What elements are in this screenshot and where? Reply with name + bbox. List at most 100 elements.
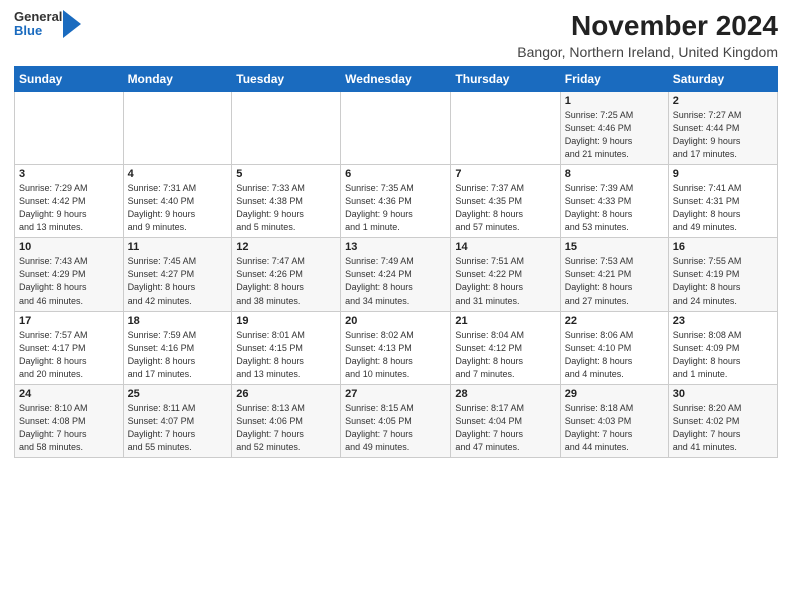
day-cell: 8 Sunrise: 7:39 AM Sunset: 4:33 PM Daylig… (560, 165, 668, 238)
day-number: 9 (673, 168, 773, 180)
week-row-5: 24Sunrise: 8:10 AM Sunset: 4:08 PM Dayli… (15, 384, 778, 457)
day-info: Sunrise: 7:49 AM Sunset: 4:24 PM Dayligh… (345, 255, 446, 307)
logo-icon (63, 10, 81, 38)
day-number: 19 (236, 315, 336, 327)
day-info: Sunrise: 8:11 AM Sunset: 4:07 PM Dayligh… (128, 402, 228, 454)
day-cell: 29 Sunrise: 8:18 AM Sunset: 4:03 PM Dayli… (560, 384, 668, 457)
day-cell: 26 Sunrise: 8:13 AM Sunset: 4:06 PM Dayli… (232, 384, 341, 457)
day-cell: 18 Sunrise: 7:59 AM Sunset: 4:16 PM Dayli… (123, 311, 232, 384)
day-info: Sunrise: 7:31 AM Sunset: 4:40 PM Dayligh… (128, 182, 228, 234)
day-cell: 28 Sunrise: 8:17 AM Sunset: 4:04 PM Dayli… (451, 384, 560, 457)
day-number: 6 (345, 168, 446, 180)
day-info: Sunrise: 7:45 AM Sunset: 4:27 PM Dayligh… (128, 255, 228, 307)
day-info: Sunrise: 8:08 AM Sunset: 4:09 PM Dayligh… (673, 329, 773, 381)
day-cell: 17Sunrise: 7:57 AM Sunset: 4:17 PM Dayli… (15, 311, 124, 384)
logo-blue: Blue (14, 24, 62, 38)
day-info: Sunrise: 7:29 AM Sunset: 4:42 PM Dayligh… (19, 182, 119, 234)
day-cell: 1Sunrise: 7:25 AM Sunset: 4:46 PM Daylig… (560, 92, 668, 165)
day-cell: 11Sunrise: 7:45 AM Sunset: 4:27 PM Dayli… (123, 238, 232, 311)
day-number: 4 (128, 168, 228, 180)
day-cell: 24Sunrise: 8:10 AM Sunset: 4:08 PM Dayli… (15, 384, 124, 457)
day-cell: 9 Sunrise: 7:41 AM Sunset: 4:31 PM Daylig… (668, 165, 777, 238)
day-info: Sunrise: 8:18 AM Sunset: 4:03 PM Dayligh… (565, 402, 664, 454)
day-info: Sunrise: 7:59 AM Sunset: 4:16 PM Dayligh… (128, 329, 228, 381)
day-cell: 2 Sunrise: 7:27 AM Sunset: 4:44 PM Daylig… (668, 92, 777, 165)
weekday-row: SundayMondayTuesdayWednesdayThursdayFrid… (15, 67, 778, 92)
day-number: 8 (565, 168, 664, 180)
day-info: Sunrise: 8:17 AM Sunset: 4:04 PM Dayligh… (455, 402, 555, 454)
week-row-2: 3 Sunrise: 7:29 AM Sunset: 4:42 PM Daylig… (15, 165, 778, 238)
day-info: Sunrise: 7:51 AM Sunset: 4:22 PM Dayligh… (455, 255, 555, 307)
day-info: Sunrise: 7:37 AM Sunset: 4:35 PM Dayligh… (455, 182, 555, 234)
logo-general: General (14, 10, 62, 24)
day-cell: 5 Sunrise: 7:33 AM Sunset: 4:38 PM Daylig… (232, 165, 341, 238)
day-number: 20 (345, 315, 446, 327)
day-number: 16 (673, 241, 773, 253)
location-subtitle: Bangor, Northern Ireland, United Kingdom (517, 44, 778, 60)
day-number: 29 (565, 388, 664, 400)
day-number: 14 (455, 241, 555, 253)
day-info: Sunrise: 8:20 AM Sunset: 4:02 PM Dayligh… (673, 402, 773, 454)
logo-text: General Blue (14, 10, 62, 39)
day-number: 28 (455, 388, 555, 400)
calendar-table: SundayMondayTuesdayWednesdayThursdayFrid… (14, 66, 778, 458)
day-number: 26 (236, 388, 336, 400)
week-row-3: 10 Sunrise: 7:43 AM Sunset: 4:29 PM Dayli… (15, 238, 778, 311)
day-number: 12 (236, 241, 336, 253)
title-block: November 2024 Bangor, Northern Ireland, … (517, 10, 778, 60)
day-info: Sunrise: 8:06 AM Sunset: 4:10 PM Dayligh… (565, 329, 664, 381)
day-info: Sunrise: 7:57 AM Sunset: 4:17 PM Dayligh… (19, 329, 119, 381)
weekday-wednesday: Wednesday (341, 67, 451, 92)
day-info: Sunrise: 7:41 AM Sunset: 4:31 PM Dayligh… (673, 182, 773, 234)
day-number: 2 (673, 95, 773, 107)
day-info: Sunrise: 8:02 AM Sunset: 4:13 PM Dayligh… (345, 329, 446, 381)
day-cell: 16 Sunrise: 7:55 AM Sunset: 4:19 PM Dayli… (668, 238, 777, 311)
day-number: 21 (455, 315, 555, 327)
day-info: Sunrise: 7:27 AM Sunset: 4:44 PM Dayligh… (673, 109, 773, 161)
day-cell: 22 Sunrise: 8:06 AM Sunset: 4:10 PM Dayli… (560, 311, 668, 384)
day-number: 5 (236, 168, 336, 180)
weekday-sunday: Sunday (15, 67, 124, 92)
day-number: 25 (128, 388, 228, 400)
page: General Blue November 2024 Bangor, North… (0, 0, 792, 612)
day-cell: 7 Sunrise: 7:37 AM Sunset: 4:35 PM Daylig… (451, 165, 560, 238)
day-info: Sunrise: 7:55 AM Sunset: 4:19 PM Dayligh… (673, 255, 773, 307)
day-cell (451, 92, 560, 165)
month-title: November 2024 (517, 10, 778, 42)
day-cell (341, 92, 451, 165)
week-row-4: 17Sunrise: 7:57 AM Sunset: 4:17 PM Dayli… (15, 311, 778, 384)
header: General Blue November 2024 Bangor, North… (14, 10, 778, 60)
day-number: 18 (128, 315, 228, 327)
day-info: Sunrise: 8:13 AM Sunset: 4:06 PM Dayligh… (236, 402, 336, 454)
day-number: 7 (455, 168, 555, 180)
day-number: 23 (673, 315, 773, 327)
day-info: Sunrise: 7:35 AM Sunset: 4:36 PM Dayligh… (345, 182, 446, 234)
day-info: Sunrise: 7:47 AM Sunset: 4:26 PM Dayligh… (236, 255, 336, 307)
day-cell: 25 Sunrise: 8:11 AM Sunset: 4:07 PM Dayli… (123, 384, 232, 457)
day-number: 10 (19, 241, 119, 253)
weekday-tuesday: Tuesday (232, 67, 341, 92)
day-cell: 20 Sunrise: 8:02 AM Sunset: 4:13 PM Dayli… (341, 311, 451, 384)
week-row-1: 1Sunrise: 7:25 AM Sunset: 4:46 PM Daylig… (15, 92, 778, 165)
day-cell (232, 92, 341, 165)
day-number: 3 (19, 168, 119, 180)
day-number: 24 (19, 388, 119, 400)
day-cell: 27Sunrise: 8:15 AM Sunset: 4:05 PM Dayli… (341, 384, 451, 457)
day-info: Sunrise: 8:04 AM Sunset: 4:12 PM Dayligh… (455, 329, 555, 381)
day-cell: 15Sunrise: 7:53 AM Sunset: 4:21 PM Dayli… (560, 238, 668, 311)
weekday-saturday: Saturday (668, 67, 777, 92)
day-cell: 4 Sunrise: 7:31 AM Sunset: 4:40 PM Daylig… (123, 165, 232, 238)
day-info: Sunrise: 7:53 AM Sunset: 4:21 PM Dayligh… (565, 255, 664, 307)
day-number: 1 (565, 95, 664, 107)
day-info: Sunrise: 7:39 AM Sunset: 4:33 PM Dayligh… (565, 182, 664, 234)
day-info: Sunrise: 7:43 AM Sunset: 4:29 PM Dayligh… (19, 255, 119, 307)
day-number: 22 (565, 315, 664, 327)
weekday-friday: Friday (560, 67, 668, 92)
calendar-header: SundayMondayTuesdayWednesdayThursdayFrid… (15, 67, 778, 92)
weekday-monday: Monday (123, 67, 232, 92)
day-info: Sunrise: 7:33 AM Sunset: 4:38 PM Dayligh… (236, 182, 336, 234)
day-cell: 23 Sunrise: 8:08 AM Sunset: 4:09 PM Dayli… (668, 311, 777, 384)
day-number: 27 (345, 388, 446, 400)
day-cell: 14 Sunrise: 7:51 AM Sunset: 4:22 PM Dayli… (451, 238, 560, 311)
day-number: 13 (345, 241, 446, 253)
